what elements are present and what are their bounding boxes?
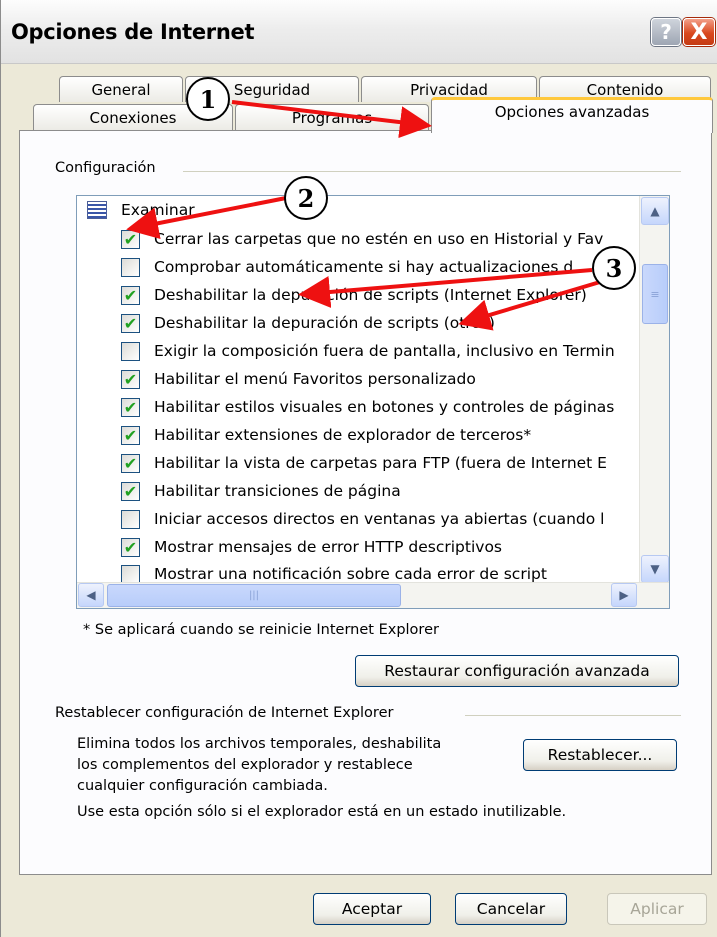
checkbox-checked[interactable]: ✔ xyxy=(121,229,140,249)
callout-2: 2 xyxy=(284,176,328,220)
reset-button[interactable]: Restablecer... xyxy=(523,739,677,771)
list-item[interactable]: ✔ Deshabilitar la depuración de scripts … xyxy=(77,281,587,309)
chevron-up-icon: ▲ xyxy=(650,204,660,218)
list-item[interactable]: ✔ Deshabilitar la depuración de scripts … xyxy=(77,309,495,337)
chevron-right-icon: ▶ xyxy=(619,588,629,602)
list-item[interactable]: Iniciar accesos directos en ventanas ya … xyxy=(77,505,604,533)
reset-button-label: Restablecer... xyxy=(547,746,653,764)
title-bar[interactable]: Opciones de Internet ? X xyxy=(1,0,717,64)
list-item[interactable]: ✔ Habilitar el menú Favoritos personaliz… xyxy=(77,365,476,393)
list-item[interactable]: Mostrar una notificación sobre cada erro… xyxy=(77,560,547,584)
list-item[interactable]: Exigir la composición fuera de pantalla,… xyxy=(77,337,615,365)
checkbox-checked[interactable]: ✔ xyxy=(121,369,140,389)
checkbox-checked[interactable]: ✔ xyxy=(121,453,140,473)
horizontal-scrollbar[interactable]: ◀ ||| ▶ xyxy=(77,582,669,608)
option-label: Comprobar automáticamente si hay actuali… xyxy=(154,258,574,276)
group-divider xyxy=(465,715,681,716)
scroll-right-button[interactable]: ▶ xyxy=(611,583,637,607)
checkbox-unchecked[interactable] xyxy=(121,257,140,277)
option-label: Habilitar extensiones de explorador de t… xyxy=(154,426,532,444)
group-divider xyxy=(183,171,681,172)
option-label: Deshabilitar la depuración de scripts (o… xyxy=(154,314,495,332)
checkbox-checked[interactable]: ✔ xyxy=(121,397,140,417)
cancel-button-label: Cancelar xyxy=(476,900,546,918)
reset-description-line: Elimina todos los archivos temporales, d… xyxy=(77,736,442,752)
reset-note: Use esta opción sólo si el explorador es… xyxy=(77,804,567,820)
grip-icon: ≡ xyxy=(650,287,660,301)
list-item[interactable]: ✔ Habilitar transiciones de página xyxy=(77,477,401,505)
callout-1: 1 xyxy=(186,77,230,121)
help-icon: ? xyxy=(660,20,672,44)
tab-label: Programas xyxy=(291,108,373,127)
window-title: Opciones de Internet xyxy=(11,20,255,44)
tab-opciones-avanzadas[interactable]: Opciones avanzadas xyxy=(431,97,713,133)
list-item[interactable]: ✔ Habilitar estilos visuales en botones … xyxy=(77,393,614,421)
tab-label: Contenido xyxy=(586,80,664,99)
restore-advanced-label: Restaurar configuración avanzada xyxy=(384,662,650,680)
list-icon xyxy=(87,201,107,219)
option-label: Mostrar mensajes de error HTTP descripti… xyxy=(154,538,503,556)
tab-general[interactable]: General xyxy=(59,76,183,102)
tab-label: Privacidad xyxy=(410,80,488,99)
checkbox-checked[interactable]: ✔ xyxy=(121,313,140,333)
close-icon: X xyxy=(690,19,708,45)
scroll-left-button[interactable]: ◀ xyxy=(78,583,104,607)
chevron-down-icon: ▼ xyxy=(650,562,660,576)
option-label: Habilitar transiciones de página xyxy=(154,482,401,500)
checkbox-unchecked[interactable] xyxy=(121,564,140,584)
restart-footnote: * Se aplicará cuando se reinicie Interne… xyxy=(83,622,439,638)
option-label: Habilitar la vista de carpetas para FTP … xyxy=(154,454,607,472)
checkbox-checked[interactable]: ✔ xyxy=(121,285,140,305)
vertical-scrollbar[interactable]: ▲ ≡ ▼ xyxy=(639,196,669,584)
option-label: Deshabilitar la depuración de scripts (I… xyxy=(154,286,587,304)
settings-list: Examinar ✔ Cerrar las carpetas que no es… xyxy=(77,196,637,584)
tree-root-label: Examinar xyxy=(121,201,195,219)
tab-programas[interactable]: Programas xyxy=(235,104,429,130)
option-label: Habilitar el menú Favoritos personalizad… xyxy=(154,370,476,388)
tab-label: Opciones avanzadas xyxy=(494,102,650,121)
apply-button-label: Aplicar xyxy=(630,900,684,918)
grip-icon: ||| xyxy=(248,590,260,601)
help-button[interactable]: ? xyxy=(651,18,681,46)
list-item[interactable]: ✔ Habilitar extensiones de explorador de… xyxy=(77,421,531,449)
apply-button[interactable]: Aplicar xyxy=(607,893,707,925)
tab-label: General xyxy=(91,80,151,99)
list-item[interactable]: Comprobar automáticamente si hay actuali… xyxy=(77,253,573,281)
settings-group-label: Configuración xyxy=(55,160,156,176)
list-item[interactable]: ✔ Mostrar mensajes de error HTTP descrip… xyxy=(77,533,502,561)
settings-listbox[interactable]: Examinar ✔ Cerrar las carpetas que no es… xyxy=(76,195,670,609)
option-label: Iniciar accesos directos en ventanas ya … xyxy=(154,510,605,528)
horizontal-scroll-thumb[interactable]: ||| xyxy=(107,584,401,607)
reset-description-line: los complementos del explorador y restab… xyxy=(77,757,413,773)
option-label: Cerrar las carpetas que no estén en uso … xyxy=(154,230,604,248)
internet-options-dialog: Opciones de Internet ? X General Segurid… xyxy=(0,0,717,937)
ok-button[interactable]: Aceptar xyxy=(313,893,431,925)
option-label: Mostrar una notificación sobre cada erro… xyxy=(154,565,547,583)
list-item[interactable]: ✔ Habilitar la vista de carpetas para FT… xyxy=(77,449,607,477)
tree-root-examinar[interactable]: Examinar xyxy=(77,196,195,224)
ok-button-label: Aceptar xyxy=(341,900,403,918)
vertical-scroll-thumb[interactable]: ≡ xyxy=(642,264,668,324)
restore-advanced-button[interactable]: Restaurar configuración avanzada xyxy=(355,655,679,687)
tab-label: Seguridad xyxy=(233,80,311,99)
chevron-left-icon: ◀ xyxy=(86,588,96,602)
cancel-button[interactable]: Cancelar xyxy=(455,893,567,925)
option-label: Habilitar estilos visuales en botones y … xyxy=(154,398,615,416)
checkbox-unchecked[interactable] xyxy=(121,341,140,361)
callout-3: 3 xyxy=(592,246,636,290)
checkbox-checked[interactable]: ✔ xyxy=(121,481,140,501)
scroll-down-button[interactable]: ▼ xyxy=(641,555,669,583)
close-button[interactable]: X xyxy=(683,18,715,46)
reset-group-label: Restablecer configuración de Internet Ex… xyxy=(55,705,394,721)
checkbox-checked[interactable]: ✔ xyxy=(121,537,140,557)
scroll-up-button[interactable]: ▲ xyxy=(641,197,669,225)
checkbox-unchecked[interactable] xyxy=(121,509,140,529)
checkbox-checked[interactable]: ✔ xyxy=(121,425,140,445)
tab-label: Conexiones xyxy=(89,108,177,127)
list-item[interactable]: ✔ Cerrar las carpetas que no estén en us… xyxy=(77,225,603,253)
option-label: Exigir la composición fuera de pantalla,… xyxy=(154,342,615,360)
reset-description-line: cualquier configuración cambiada. xyxy=(77,778,328,794)
